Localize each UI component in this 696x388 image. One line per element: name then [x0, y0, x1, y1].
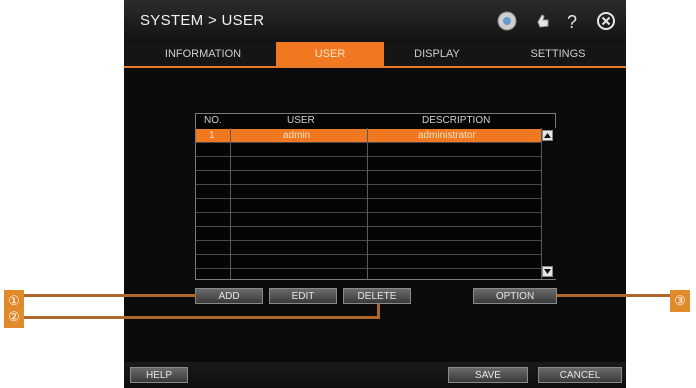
- callout-3: ③: [670, 290, 690, 312]
- column-divider: [367, 128, 368, 279]
- option-button[interactable]: OPTION: [473, 288, 557, 304]
- save-button[interactable]: SAVE: [448, 367, 528, 383]
- table-row[interactable]: [196, 143, 541, 157]
- table-row[interactable]: [196, 241, 541, 255]
- tab-user[interactable]: USER: [276, 42, 384, 66]
- callout-3-leader: [557, 294, 670, 297]
- scroll-up-arrow-icon[interactable]: [542, 130, 553, 141]
- window-title: SYSTEM > USER: [140, 12, 265, 29]
- table-row[interactable]: [196, 199, 541, 213]
- delete-button[interactable]: DELETE: [343, 288, 411, 304]
- help-icon[interactable]: ?: [562, 10, 584, 32]
- cell-no: 1: [209, 130, 215, 141]
- help-button[interactable]: HELP: [130, 367, 188, 383]
- callout-2-leader: [24, 316, 380, 319]
- table-row-selected[interactable]: 1 admin administrator: [196, 129, 541, 143]
- scroll-down-arrow-icon[interactable]: [542, 266, 553, 277]
- column-header-no: NO.: [204, 115, 222, 126]
- tab-settings[interactable]: SETTINGS: [500, 42, 616, 66]
- callout-1-leader: [24, 294, 196, 297]
- cell-user: admin: [283, 130, 311, 141]
- svg-text:?: ?: [567, 12, 577, 32]
- cancel-button[interactable]: CANCEL: [538, 367, 622, 383]
- table-row[interactable]: [196, 171, 541, 185]
- pointer-hand-icon[interactable]: [532, 10, 554, 32]
- callout-2-leader-vertical: [377, 304, 380, 319]
- table-row[interactable]: [196, 213, 541, 227]
- settings-gear-icon[interactable]: [496, 10, 518, 32]
- callout-2: ②: [4, 306, 24, 328]
- column-header-user: USER: [287, 115, 315, 126]
- tab-display[interactable]: DISPLAY: [384, 42, 490, 66]
- edit-button[interactable]: EDIT: [269, 288, 337, 304]
- table-row[interactable]: [196, 157, 541, 171]
- table-scrollbar[interactable]: [541, 128, 556, 279]
- column-header-description: DESCRIPTION: [422, 115, 491, 126]
- table-row[interactable]: [196, 227, 541, 241]
- column-divider: [230, 128, 231, 279]
- add-button[interactable]: ADD: [195, 288, 263, 304]
- close-icon[interactable]: [595, 10, 617, 32]
- cell-description: administrator: [418, 130, 476, 141]
- table-row[interactable]: [196, 185, 541, 199]
- table-row[interactable]: [196, 255, 541, 269]
- tab-information[interactable]: INFORMATION: [140, 42, 266, 66]
